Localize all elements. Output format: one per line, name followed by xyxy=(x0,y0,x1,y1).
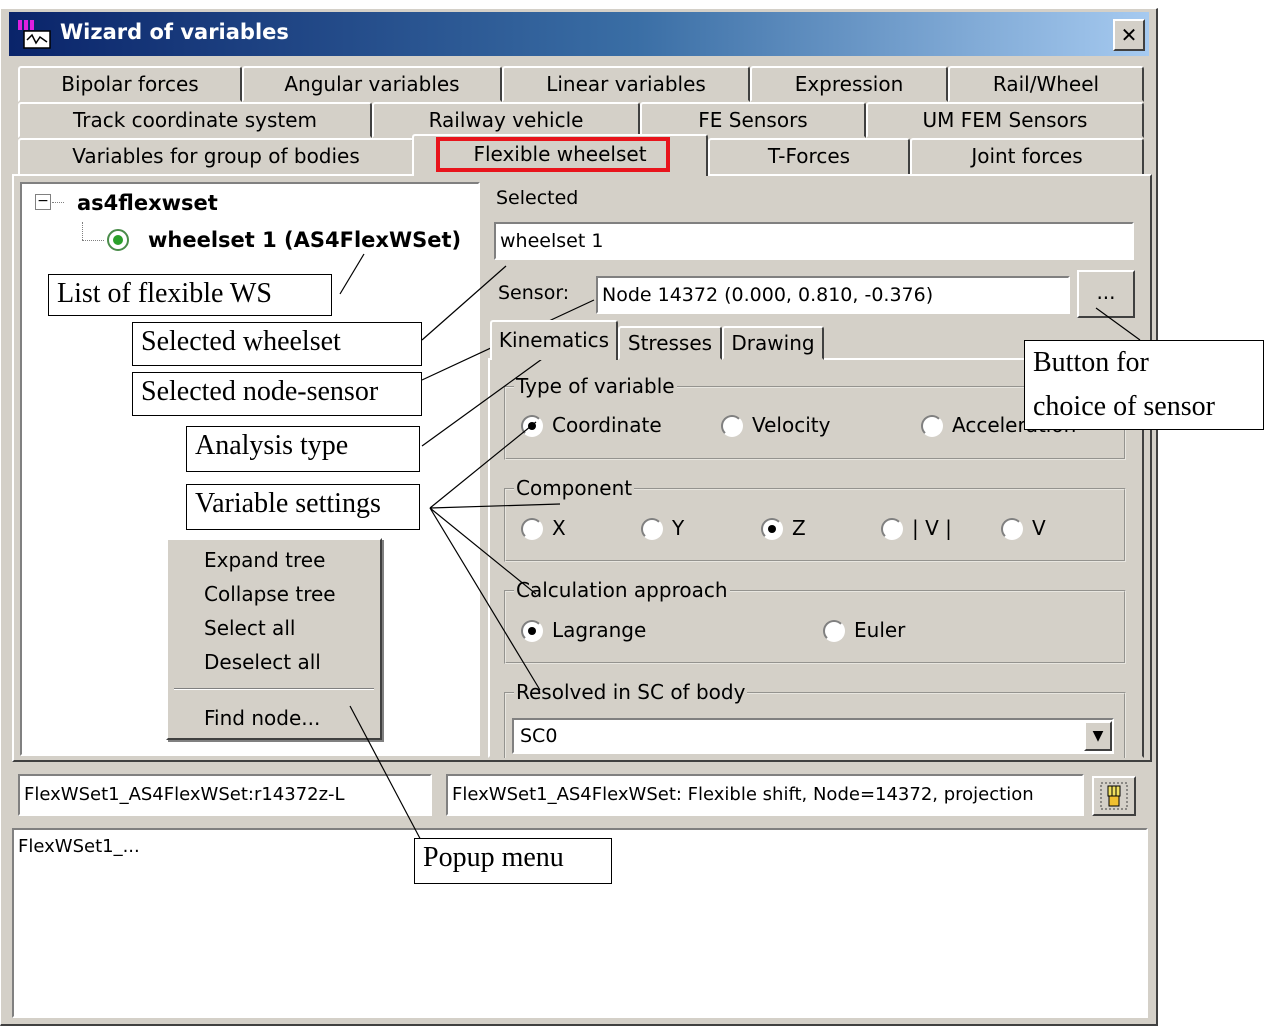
callout-button-for-sensor-line1: Button for xyxy=(1033,347,1149,378)
callout-list-of-flexible-ws: List of flexible WS xyxy=(48,274,332,316)
callout-variable-settings: Variable settings xyxy=(186,484,420,530)
callout-button-for-sensor: Button for choice of sensor xyxy=(1024,340,1264,430)
callout-analysis-type: Analysis type xyxy=(186,426,420,472)
callout-selected-node-sensor: Selected node-sensor xyxy=(132,372,422,416)
subtab-kinematics[interactable]: Kinematics xyxy=(490,320,618,360)
callout-button-for-sensor-line2: choice of sensor xyxy=(1033,391,1215,422)
callout-popup-menu: Popup menu xyxy=(414,838,612,884)
callout-selected-wheelset: Selected wheelset xyxy=(132,322,422,366)
tab-highlight-box xyxy=(436,137,670,172)
